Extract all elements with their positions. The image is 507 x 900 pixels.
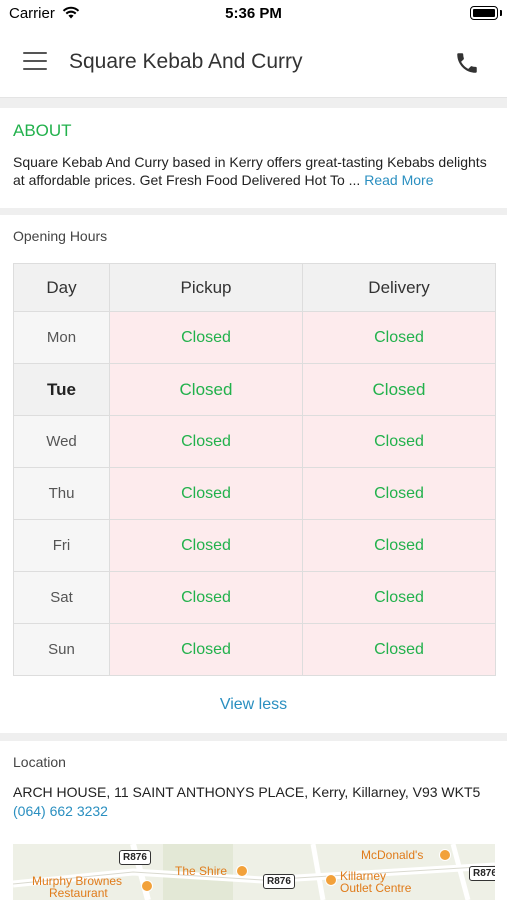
opening-hours-table: Day Pickup Delivery Mon Closed Closed Tu… [13,263,496,676]
delivery-cell: Closed [302,467,496,520]
poi-label: The Shire [175,864,228,878]
poi-label: Restaurant [49,886,108,900]
table-row-today: Tue Closed Closed [13,363,496,416]
hamburger-menu-icon[interactable] [23,52,47,72]
pickup-cell: Closed [109,311,303,364]
pickup-cell: Closed [109,363,303,416]
restaurant-marker-icon [439,849,451,861]
pickup-cell: Closed [109,571,303,624]
day-cell-today: Tue [13,363,110,416]
day-cell: Mon [13,311,110,364]
read-more-link[interactable]: Read More [364,172,433,188]
battery-tip [500,10,502,16]
table-row: Mon Closed Closed [13,311,496,364]
delivery-cell: Closed [302,363,496,416]
day-cell: Sat [13,571,110,624]
pickup-cell: Closed [109,467,303,520]
road-shield-r876: R876 [263,874,295,889]
section-divider [0,208,507,215]
shop-marker-icon [325,874,337,886]
about-heading: ABOUT [13,121,72,140]
phone-number-link[interactable]: (064) 662 3232 [13,803,108,819]
poi-label: McDonald's [361,848,424,862]
location-map[interactable]: R876 R876 R876 Murphy Brownes Restaurant… [13,844,495,900]
top-navbar: Square Kebab And Curry [0,28,507,98]
delivery-cell: Closed [302,311,496,364]
table-row: Fri Closed Closed [13,519,496,572]
pickup-cell: Closed [109,415,303,468]
about-description: Square Kebab And Curry based in Kerry of… [13,153,498,189]
column-header-pickup: Pickup [109,263,303,312]
table-row: Thu Closed Closed [13,467,496,520]
location-heading: Location [13,754,66,770]
battery-icon [470,6,498,20]
status-bar: Carrier 5:36 PM [0,0,507,28]
column-header-delivery: Delivery [302,263,496,312]
page-title: Square Kebab And Curry [69,50,303,73]
day-cell: Thu [13,467,110,520]
delivery-cell: Closed [302,571,496,624]
road-shield-r876: R876 [469,866,495,881]
location-section: Location ARCH HOUSE, 11 SAINT ANTHONYS P… [0,741,507,900]
section-divider [0,733,507,741]
phone-icon[interactable] [454,50,480,76]
section-divider [0,98,507,108]
day-cell: Wed [13,415,110,468]
view-less-link[interactable]: View less [0,696,507,714]
delivery-cell: Closed [302,415,496,468]
table-row: Sat Closed Closed [13,571,496,624]
table-row: Wed Closed Closed [13,415,496,468]
about-section: ABOUT Square Kebab And Curry based in Ke… [0,108,507,208]
poi-label: Outlet Centre [340,881,412,895]
bar-marker-icon [236,865,248,877]
table-row: Sun Closed Closed [13,623,496,676]
opening-hours-section: Opening Hours Day Pickup Delivery Mon Cl… [0,215,507,733]
column-header-day: Day [13,263,110,312]
clock-time: 5:36 PM [225,5,282,22]
restaurant-marker-icon [141,880,153,892]
pickup-cell: Closed [109,623,303,676]
delivery-cell: Closed [302,623,496,676]
road-shield-r876: R876 [119,850,151,865]
delivery-cell: Closed [302,519,496,572]
table-header-row: Day Pickup Delivery [13,263,496,312]
day-cell: Sun [13,623,110,676]
address-text: ARCH HOUSE, 11 SAINT ANTHONYS PLACE, Ker… [13,784,481,800]
day-cell: Fri [13,519,110,572]
pickup-cell: Closed [109,519,303,572]
opening-hours-heading: Opening Hours [13,228,108,244]
